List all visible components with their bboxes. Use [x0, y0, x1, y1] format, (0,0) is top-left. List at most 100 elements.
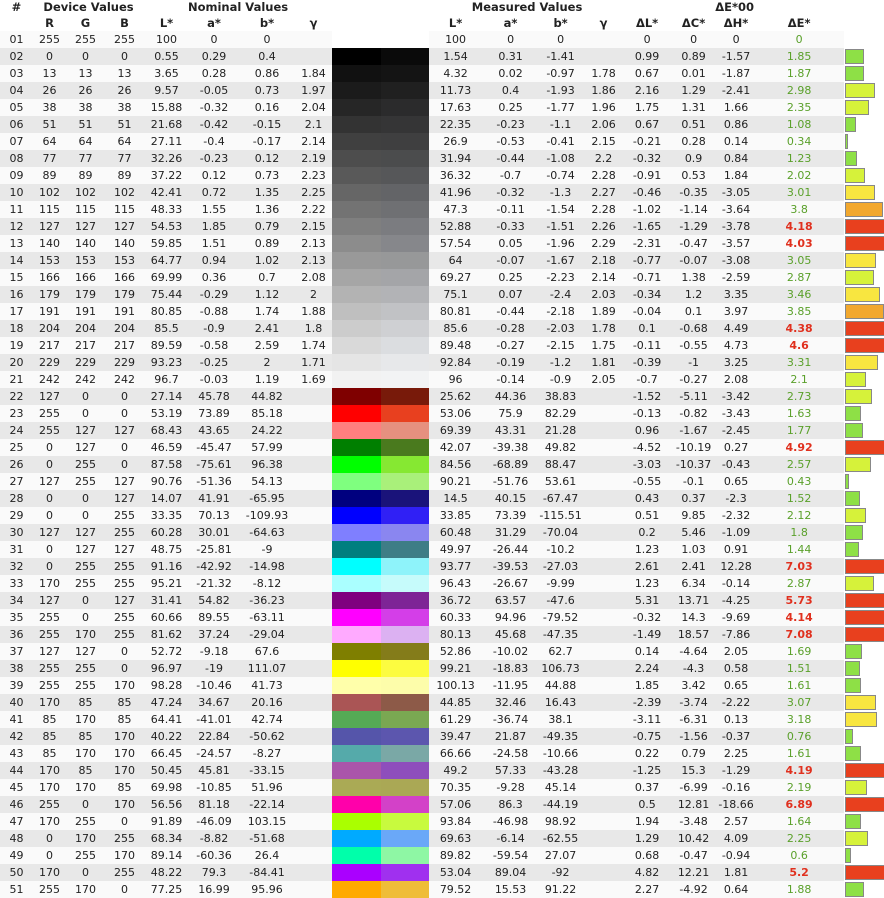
cell-R: 127: [33, 592, 66, 609]
cell-dL: -0.34: [625, 286, 670, 303]
cell-nom-a: 1.51: [189, 235, 240, 252]
cell-nom-b: 0.16: [239, 99, 296, 116]
table-row: 03 13 13 13 3.65 0.28 0.86 1.84 4.32 0.02 -0.97 1.7…: [0, 65, 884, 82]
cell-meas-a: -26.67: [482, 575, 540, 592]
table-row: 04 26 26 26 9.57 -0.05 0.73 1.97 11.73 0.4 -1.93 1.…: [0, 82, 884, 99]
table-row: 46 255 0 170 56.56 81.18 -22.14 57.06 86.3 -44.19…: [0, 796, 884, 813]
nominal-swatch: [332, 626, 381, 643]
measured-swatch: [380, 439, 430, 456]
de-bar: [844, 65, 884, 82]
cell-dL: 2.24: [625, 660, 670, 677]
cell-dH: 0.86: [718, 116, 755, 133]
cell-num: 41: [0, 711, 33, 728]
cell-R: 255: [33, 31, 66, 48]
cell-B: 166: [105, 269, 145, 286]
measured-swatch: [380, 269, 430, 286]
cell-R: 170: [33, 575, 66, 592]
cell-nom-L: 47.24: [144, 694, 190, 711]
cell-nom-a: -0.88: [189, 303, 240, 320]
cell-nom-gamma: 2.13: [295, 235, 333, 252]
cell-dC: -4.92: [669, 881, 719, 898]
cell-num: 29: [0, 507, 33, 524]
cell-B: 204: [105, 320, 145, 337]
cell-num: 07: [0, 133, 33, 150]
cell-meas-b: 16.43: [539, 694, 583, 711]
de-bar-fill: [845, 270, 875, 285]
de-bar-fill: [845, 168, 866, 183]
color-swatch: [332, 320, 430, 337]
cell-num: 10: [0, 184, 33, 201]
cell-num: 38: [0, 660, 33, 677]
de-bar: [844, 286, 884, 303]
cell-meas-b: -2.18: [539, 303, 583, 320]
cell-B: 170: [105, 796, 145, 813]
cell-meas-gamma: [582, 388, 626, 405]
color-swatch: [332, 575, 430, 592]
cell-dC: 1.29: [669, 82, 719, 99]
cell-meas-gamma: [582, 830, 626, 847]
de-bar-fill: [845, 678, 862, 693]
cell-dH: -2.45: [718, 422, 755, 439]
cell-nom-L: 80.85: [144, 303, 190, 320]
table-row: 34 127 0 127 31.41 54.82 -36.23 36.72 63.57 -47.6…: [0, 592, 884, 609]
cell-meas-gamma: 2.05: [582, 371, 626, 388]
cell-dE: 2.19: [754, 779, 845, 796]
cell-meas-a: -51.76: [482, 473, 540, 490]
cell-R: 229: [33, 354, 66, 371]
de-bar: [844, 864, 884, 881]
cell-dC: 0.37: [669, 490, 719, 507]
cell-meas-gamma: 2.26: [582, 218, 626, 235]
cell-meas-gamma: [582, 473, 626, 490]
cell-dH: 0.14: [718, 133, 755, 150]
cell-dH: -2.3: [718, 490, 755, 507]
cell-dE: 4.92: [754, 439, 845, 456]
cell-nom-b: 51.96: [239, 779, 296, 796]
cell-meas-b: -0.41: [539, 133, 583, 150]
cell-meas-L: 57.06: [429, 796, 483, 813]
de-bar-fill: [845, 508, 867, 523]
cell-dE: 1.08: [754, 116, 845, 133]
cell-dL: -0.39: [625, 354, 670, 371]
cell-meas-a: 89.04: [482, 864, 540, 881]
cell-dH: -3.05: [718, 184, 755, 201]
measured-swatch: [380, 65, 430, 82]
cell-meas-a: 0: [482, 31, 540, 48]
cell-dE: 1.69: [754, 643, 845, 660]
cell-dL: 0.5: [625, 796, 670, 813]
cell-dC: 14.3: [669, 609, 719, 626]
cell-meas-gamma: 1.78: [582, 320, 626, 337]
cell-G: 127: [66, 422, 105, 439]
de-bar: [844, 167, 884, 184]
de-bar-fill: [845, 321, 884, 336]
cell-nom-b: 1.02: [239, 252, 296, 269]
measured-swatch: [380, 609, 430, 626]
cell-num: 24: [0, 422, 33, 439]
cell-nom-a: -0.42: [189, 116, 240, 133]
cell-R: 179: [33, 286, 66, 303]
cell-meas-b: -1.93: [539, 82, 583, 99]
cell-nom-gamma: [295, 405, 333, 422]
cell-meas-a: -0.27: [482, 337, 540, 354]
cell-dH: 0.65: [718, 677, 755, 694]
cell-meas-a: -6.14: [482, 830, 540, 847]
cell-R: 204: [33, 320, 66, 337]
nominal-swatch: [332, 694, 381, 711]
cell-G: 85: [66, 762, 105, 779]
cell-dC: -6.99: [669, 779, 719, 796]
table-row: 35 255 0 255 60.66 89.55 -63.11 60.33 94.96 -79.5…: [0, 609, 884, 626]
cell-nom-gamma: [295, 643, 333, 660]
cell-meas-a: 73.39: [482, 507, 540, 524]
table-row: 11 115 115 115 48.33 1.55 1.36 2.22 47.3 -0.11 -1.…: [0, 201, 884, 218]
nominal-swatch: [332, 405, 381, 422]
nominal-swatch: [332, 252, 381, 269]
cell-dL: -4.52: [625, 439, 670, 456]
cell-B: 170: [105, 728, 145, 745]
cell-meas-b: 45.14: [539, 779, 583, 796]
cell-dL: -2.31: [625, 235, 670, 252]
cell-nom-L: 69.99: [144, 269, 190, 286]
cell-meas-L: 93.77: [429, 558, 483, 575]
table-row: 49 0 255 170 89.14 -60.36 26.4 89.82 -59.54 27.07…: [0, 847, 884, 864]
color-swatch: [332, 592, 430, 609]
cell-dH: 2.08: [718, 371, 755, 388]
cell-num: 19: [0, 337, 33, 354]
